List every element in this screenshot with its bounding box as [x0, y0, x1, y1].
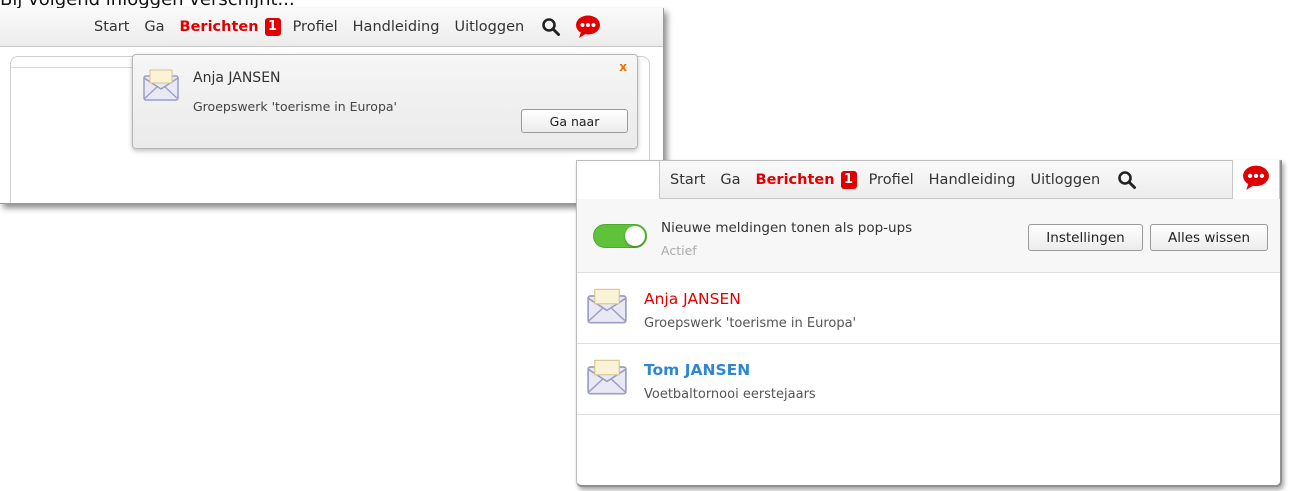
- list-item[interactable]: Anja JANSEN Groepswerk 'toerisme in Euro…: [577, 273, 1280, 344]
- popup-sender: Anja JANSEN: [193, 70, 281, 86]
- divider: [11, 67, 141, 68]
- nav-menu: Start Ga Berichten 1 Profiel Handleiding…: [94, 8, 601, 46]
- nav-menu: Start Ga Berichten 1 Profiel Handleiding…: [670, 161, 1151, 199]
- message-sender[interactable]: Tom JANSEN: [644, 361, 750, 379]
- chat-tab[interactable]: [1232, 160, 1280, 200]
- toggle-state: Actief: [661, 243, 697, 258]
- envelope-icon: [587, 359, 627, 399]
- nav-uitloggen[interactable]: Uitloggen: [454, 19, 524, 35]
- nav-start[interactable]: Start: [670, 172, 705, 188]
- top-navbar: Start Ga Berichten 1 Profiel Handleiding…: [659, 161, 1280, 199]
- chat-bubble-icon[interactable]: [575, 15, 601, 39]
- screenshot-popup: Start Ga Berichten 1 Profiel Handleiding…: [0, 8, 664, 204]
- nav-berichten[interactable]: Berichten: [180, 19, 259, 35]
- nav-uitloggen[interactable]: Uitloggen: [1030, 172, 1100, 188]
- settings-button[interactable]: Instellingen: [1028, 224, 1143, 251]
- nav-ga[interactable]: Ga: [144, 19, 164, 35]
- toggle-knob: [625, 226, 645, 246]
- chat-bubble-icon[interactable]: [1242, 165, 1270, 195]
- nav-start[interactable]: Start: [94, 19, 129, 35]
- envelope-icon: [587, 288, 627, 328]
- top-navbar: Start Ga Berichten 1 Profiel Handleiding…: [0, 8, 663, 47]
- message-subject: Voetbaltornooi eerstejaars: [644, 387, 816, 402]
- messages-count-badge[interactable]: 1: [840, 171, 857, 189]
- popup-subject: Groepswerk 'toerisme in Europa': [193, 99, 397, 114]
- message-sender[interactable]: Anja JANSEN: [644, 290, 741, 308]
- message-subject: Groepswerk 'toerisme in Europa': [644, 316, 857, 331]
- clear-all-button[interactable]: Alles wissen: [1150, 224, 1268, 251]
- nav-berichten[interactable]: Berichten: [756, 172, 835, 188]
- search-icon[interactable]: [541, 17, 561, 37]
- nav-handleiding[interactable]: Handleiding: [353, 19, 440, 35]
- screenshot-notification-panel: Start Ga Berichten 1 Profiel Handleiding…: [576, 160, 1282, 487]
- toggle-label: Nieuwe meldingen tonen als pop-ups: [661, 220, 913, 236]
- nav-ga[interactable]: Ga: [720, 172, 740, 188]
- messages-count-badge[interactable]: 1: [264, 18, 281, 36]
- go-to-button[interactable]: Ga naar: [521, 109, 628, 133]
- nav-profiel[interactable]: Profiel: [293, 19, 338, 35]
- nav-handleiding[interactable]: Handleiding: [929, 172, 1016, 188]
- close-icon[interactable]: x: [619, 60, 627, 74]
- list-item[interactable]: Tom JANSEN Voetbaltornooi eerstejaars: [577, 344, 1280, 415]
- popup-toggle[interactable]: [593, 224, 647, 248]
- nav-profiel[interactable]: Profiel: [869, 172, 914, 188]
- envelope-icon: [143, 69, 179, 105]
- popup-settings-row: Nieuwe meldingen tonen als pop-ups Actie…: [577, 199, 1280, 273]
- search-icon[interactable]: [1117, 170, 1137, 190]
- notification-popup: Anja JANSEN Groepswerk 'toerisme in Euro…: [132, 54, 638, 149]
